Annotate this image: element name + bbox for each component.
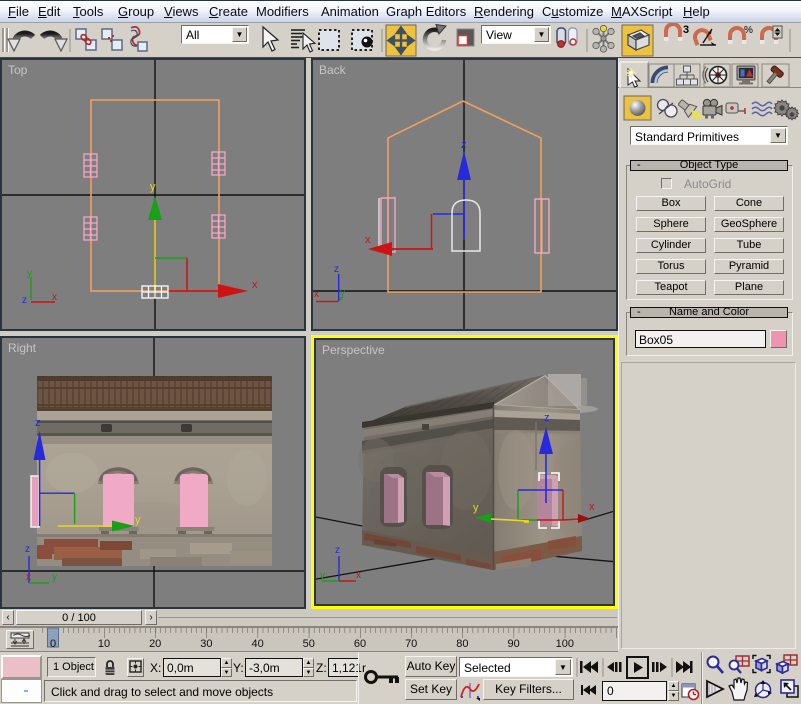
svg-text:70: 70 [405, 638, 417, 650]
svg-text:3: 3 [683, 24, 689, 36]
svg-text:%: % [744, 25, 753, 36]
svg-text:90: 90 [507, 638, 519, 650]
svg-text:50: 50 [303, 638, 315, 650]
svg-text:x: x [314, 289, 319, 300]
svg-text:x: x [252, 279, 258, 291]
svg-text:x: x [365, 234, 371, 246]
svg-text:10: 10 [98, 638, 110, 650]
svg-text:z: z [335, 545, 340, 556]
svg-text:80: 80 [456, 638, 468, 650]
svg-text:z: z [25, 544, 30, 555]
svg-text:z: z [544, 412, 550, 424]
svg-text:z: z [334, 264, 339, 275]
svg-text:y: y [320, 570, 325, 581]
svg-text:y: y [473, 502, 479, 514]
svg-text:y: y [52, 572, 57, 583]
svg-text:0: 0 [50, 638, 56, 650]
svg-text:x: x [52, 292, 57, 303]
svg-text:60: 60 [354, 638, 366, 650]
svg-text:y: y [340, 288, 345, 299]
svg-text:40: 40 [251, 638, 263, 650]
svg-text:20: 20 [149, 638, 161, 650]
svg-text:100: 100 [556, 638, 574, 650]
svg-text:x: x [356, 570, 361, 581]
svg-text:z: z [22, 295, 27, 306]
svg-text:y: y [135, 514, 141, 526]
svg-text:y: y [27, 268, 32, 279]
svg-text:x: x [26, 572, 31, 583]
svg-text:30: 30 [200, 638, 212, 650]
svg-text:x: x [589, 501, 595, 513]
svg-text:z: z [35, 417, 41, 429]
svg-text:y: y [150, 181, 156, 193]
svg-text:z: z [461, 139, 467, 151]
